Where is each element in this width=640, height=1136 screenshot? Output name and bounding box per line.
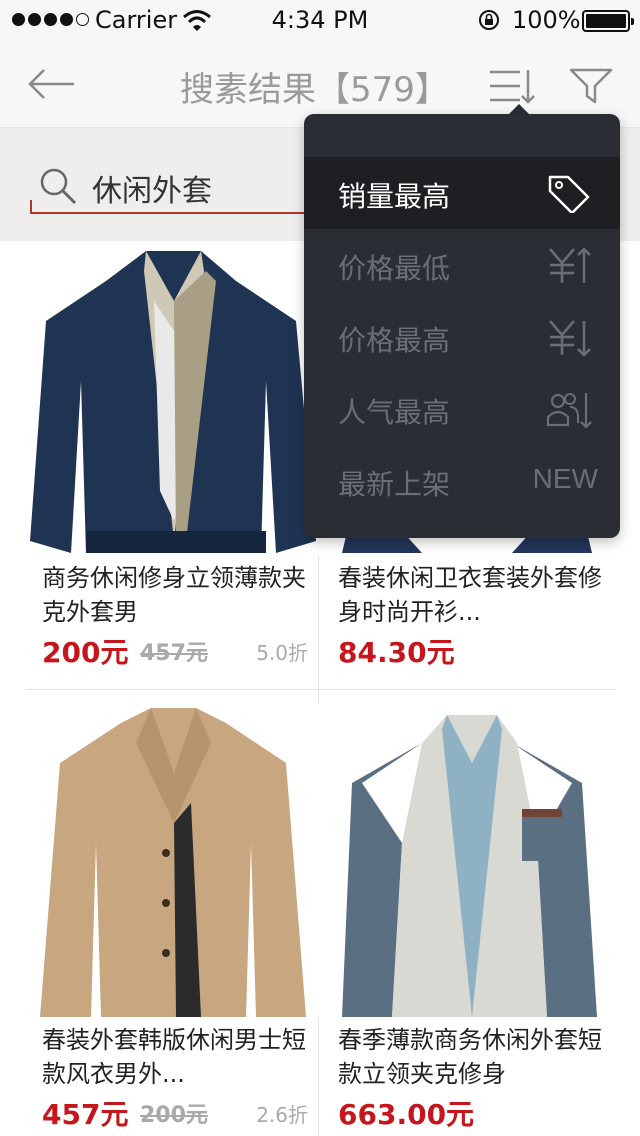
yuan-sort-down-icon [549,320,591,357]
sort-option-label: 价格最低 [338,252,451,285]
grey-jacket-photo[interactable] [322,703,616,1017]
search-icon [40,168,77,205]
sort-option-sales[interactable]: 销量最高 [304,157,620,229]
status-bar: Carrier 4:34 PM 100% [0,0,640,40]
price-row: 200元 457元 5.0折 [42,631,318,669]
rotation-lock-icon [479,10,499,30]
price: 84.30元 [338,636,455,669]
sort-option-price-low[interactable]: 价格最低 [304,229,620,301]
product-name[interactable]: 春装休闲卫衣套装外套修身时尚开衫... [338,561,614,629]
price-row: 84.30元 [338,631,614,669]
new-badge: NEW [532,463,598,494]
arrow-left-icon[interactable] [26,64,78,104]
sort-option-label: 人气最高 [338,396,451,429]
grid-divider [26,689,616,690]
navy-jacket-photo[interactable] [26,241,320,555]
product-name[interactable]: 春季薄款商务休闲外套短款立领夹克修身 [338,1023,614,1091]
yuan-sort-up-icon [549,247,591,283]
sort-option-label: 价格最高 [338,324,451,357]
product-name[interactable]: 商务休闲修身立领薄款夹克外套男 [42,561,318,629]
search-input[interactable]: 休闲外套 [30,162,320,214]
khaki-trench-photo[interactable] [26,703,320,1017]
discount: 2.6折 [256,1103,308,1127]
price-row: 457元 200元 2.6折 [42,1093,318,1131]
sort-option-newest[interactable]: 最新上架 NEW [304,445,620,517]
original-price: 200元 [140,1103,208,1128]
people-sort-icon [546,393,592,429]
sort-list-icon[interactable] [486,66,538,106]
battery-percent: 100% [512,6,581,34]
price: 200元 [42,636,129,669]
price-row: 663.00元 [338,1093,614,1131]
original-price: 457元 [140,641,208,666]
page-title: 搜素结果【579】 [180,70,449,110]
price: 663.00元 [338,1098,475,1131]
search-query: 休闲外套 [92,174,212,209]
product-name[interactable]: 春装外套韩版休闲男士短款风衣男外... [42,1023,318,1091]
sort-option-price-high[interactable]: 价格最高 [304,301,620,373]
sort-option-popularity[interactable]: 人气最高 [304,373,620,445]
price: 457元 [42,1098,129,1131]
price-tag-icon [548,175,590,213]
discount: 5.0折 [256,641,308,665]
sort-option-label: 最新上架 [338,468,451,501]
sort-menu: 销量最高 价格最低 价格最高 人气最高 最新上架 NEW [304,114,620,538]
battery-icon [582,10,634,32]
sort-option-label: 销量最高 [338,180,451,213]
filter-funnel-icon[interactable] [568,66,614,106]
